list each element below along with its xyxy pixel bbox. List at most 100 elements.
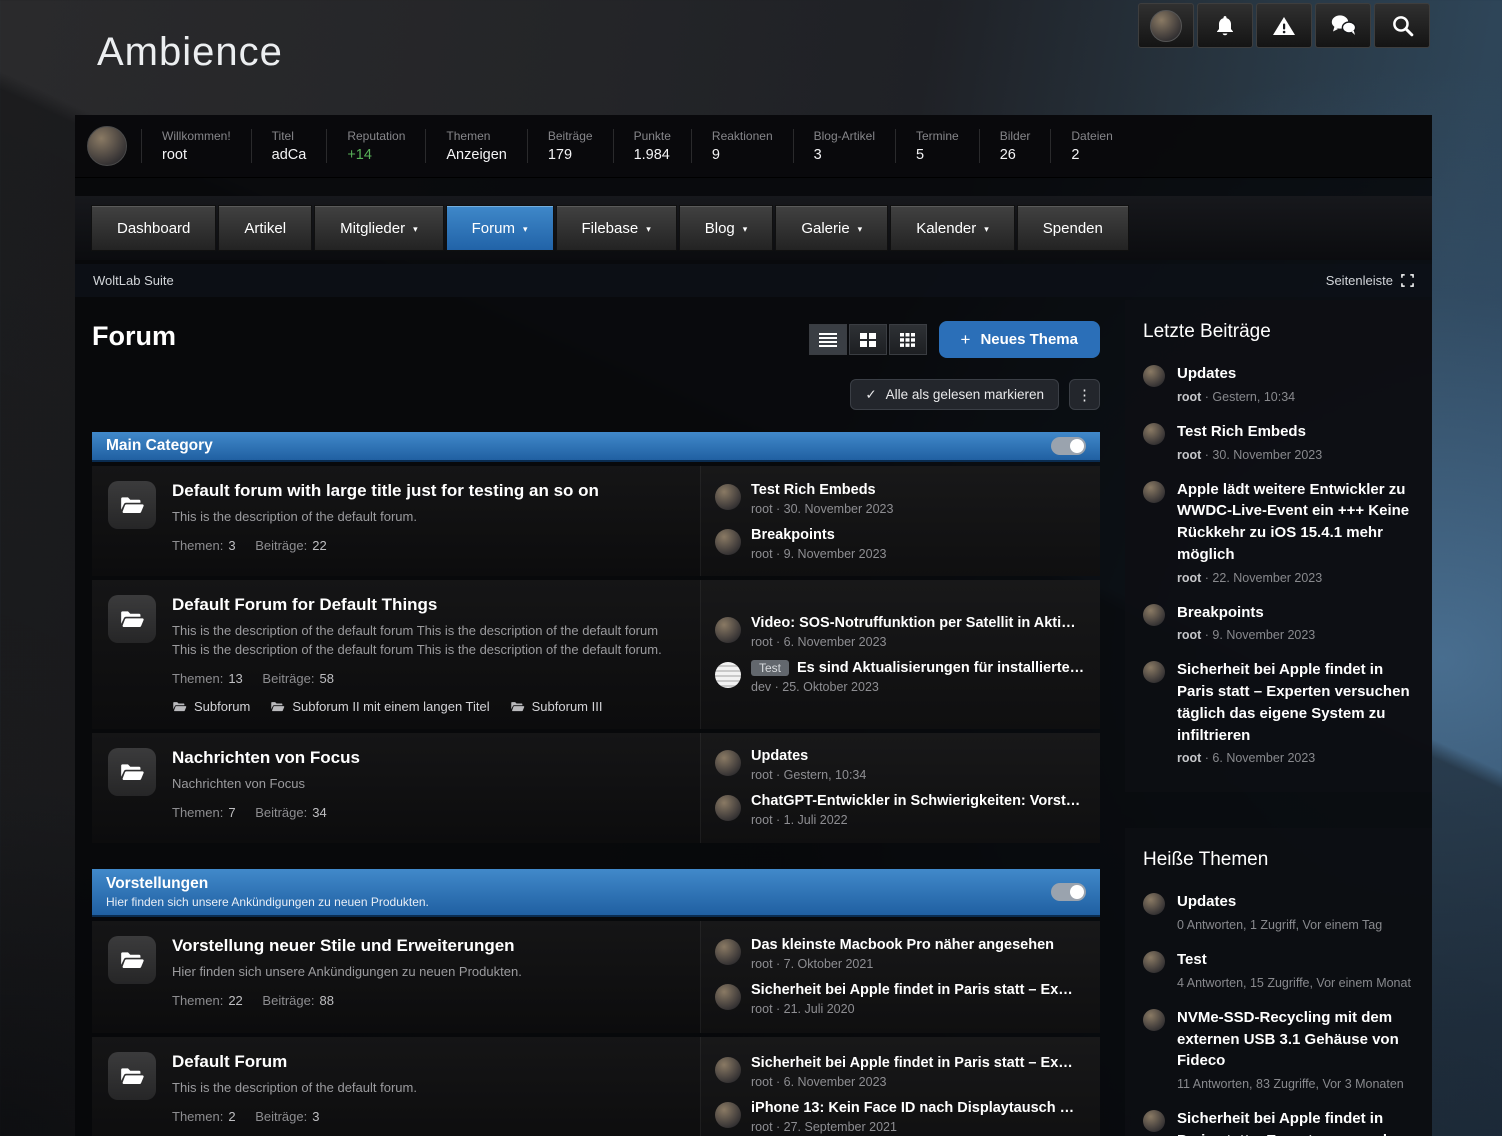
post-title-link[interactable]: Das kleinste Macbook Pro näher angesehen — [751, 937, 1054, 953]
forum-row: Default Forum This is the description of… — [92, 1037, 1100, 1136]
page-title: Forum — [92, 321, 176, 352]
post-title-link[interactable]: Es sind Aktualisierungen für installiert… — [797, 660, 1086, 676]
user-stats-bar: Willkommen!root TiteladCa Reputation+14 … — [75, 115, 1432, 178]
post-title-link[interactable]: Updates — [751, 748, 866, 764]
user-menu-button[interactable] — [1138, 3, 1194, 48]
subforum-link[interactable]: Subforum III — [510, 699, 603, 714]
mark-all-read-button[interactable]: ✓Alle als gelesen markieren — [850, 379, 1059, 410]
check-icon: ✓ — [865, 387, 876, 403]
nav-dashboard[interactable]: Dashboard — [91, 205, 216, 251]
latest-post: iPhone 13: Kein Face ID nach Displaytaus… — [715, 1100, 1086, 1134]
category-header: Main Category — [92, 432, 1100, 462]
latest-post: Sicherheit bei Apple findet in Paris sta… — [715, 1055, 1086, 1089]
nav-galerie[interactable]: Galerie▾ — [775, 205, 888, 251]
nav-blog[interactable]: Blog▾ — [679, 205, 774, 251]
sidebar-post-link[interactable]: Test Rich Embeds — [1177, 421, 1322, 443]
sidebar-topic-link[interactable]: Updates — [1177, 891, 1382, 913]
nav-artikel[interactable]: Artikel — [218, 205, 312, 251]
nav-kalender[interactable]: Kalender▾ — [890, 205, 1015, 251]
latest-post: Video: SOS-Notruffunktion per Satellit i… — [715, 615, 1086, 649]
topic-stats: 0 Antworten, 1 Zugriff, Vor einem Tag — [1177, 918, 1382, 932]
list-view-icon — [819, 333, 837, 347]
post-title-link[interactable]: Test Rich Embeds — [751, 482, 893, 498]
nav-filebase[interactable]: Filebase▾ — [556, 205, 677, 251]
forum-row: Nachrichten von Focus Nachrichten von Fo… — [92, 733, 1100, 843]
forum-title-link[interactable]: Vorstellung neuer Stile und Erweiterunge… — [172, 936, 515, 956]
post-author: root — [1177, 390, 1212, 404]
category-collapse-toggle[interactable] — [1051, 437, 1086, 455]
sidebar-topic-link[interactable]: Test — [1177, 949, 1411, 971]
header-icon-bar — [1138, 3, 1430, 48]
latest-post: TestEs sind Aktualisierungen für install… — [715, 660, 1086, 694]
forum-title-link[interactable]: Nachrichten von Focus — [172, 748, 360, 768]
stat-bilder: Bilder26 — [979, 129, 1051, 163]
grid-view-icon — [860, 333, 876, 347]
forum-title-link[interactable]: Default forum with large title just for … — [172, 481, 599, 501]
view-list-button[interactable] — [809, 324, 847, 355]
post-title-link[interactable]: ChatGPT-Entwickler in Schwierigkeiten: V… — [751, 793, 1080, 809]
new-topic-button[interactable]: +Neues Thema — [939, 321, 1100, 358]
kebab-icon: ⋮ — [1077, 386, 1092, 404]
more-options-button[interactable]: ⋮ — [1069, 379, 1100, 410]
page-wrapper: Ambience Willkommen!root TiteladCa Reput… — [75, 0, 1432, 1136]
latest-posts-box: Letzte Beiträge UpdatesrootGestern, 10:3… — [1125, 300, 1432, 792]
forum-title-link[interactable]: Default Forum — [172, 1052, 287, 1072]
folder-icon — [172, 700, 187, 713]
stat-titel: TiteladCa — [251, 129, 327, 163]
sidebar-box-title: Heiße Themen — [1143, 849, 1414, 871]
post-date: 22. November 2023 — [1212, 571, 1322, 585]
sidebar-toggle[interactable]: Seitenleiste — [1326, 273, 1414, 288]
bell-icon — [1213, 14, 1237, 38]
themen-anzeigen-link[interactable]: Anzeigen — [446, 147, 506, 163]
search-button[interactable] — [1374, 3, 1430, 48]
view-grid-button[interactable] — [849, 324, 887, 355]
sidebar-post-link[interactable]: Sicherheit bei Apple findet in Paris sta… — [1177, 659, 1414, 746]
forum-row: Default forum with large title just for … — [92, 466, 1100, 576]
post-title-link[interactable]: Sicherheit bei Apple findet in Paris sta… — [751, 1055, 1073, 1071]
category-collapse-toggle[interactable] — [1051, 883, 1086, 901]
subforum-link[interactable]: Subforum II mit einem langen Titel — [270, 699, 489, 714]
forum-description: This is the description of the default f… — [172, 622, 684, 660]
sidebar-topic-link[interactable]: NVMe-SSD-Recycling mit dem externen USB … — [1177, 1007, 1414, 1072]
latest-posts: Updatesroot · Gestern, 10:34 ChatGPT-Ent… — [700, 733, 1100, 843]
breadcrumb[interactable]: WoltLab Suite — [93, 273, 174, 288]
forum-summary: Default forum with large title just for … — [92, 466, 700, 576]
post-title-link[interactable]: Sicherheit bei Apple findet in Paris sta… — [751, 982, 1073, 998]
avatar — [1143, 1009, 1165, 1031]
nav-mitglieder[interactable]: Mitglieder▾ — [314, 205, 444, 251]
post-title-link[interactable]: Breakpoints — [751, 527, 887, 543]
post-author: root — [1177, 448, 1212, 462]
post-title-link[interactable]: iPhone 13: Kein Face ID nach Displaytaus… — [751, 1100, 1074, 1116]
latest-post: Updatesroot · Gestern, 10:34 — [715, 748, 1086, 782]
avatar — [715, 529, 741, 555]
category-title[interactable]: Vorstellungen — [106, 875, 429, 893]
nav-forum[interactable]: Forum▾ — [446, 205, 554, 251]
sidebar-topic-link[interactable]: Sicherheit bei Apple findet in Paris sta… — [1177, 1108, 1414, 1136]
sidebar-topic: Sicherheit bei Apple findet in Paris sta… — [1143, 1108, 1414, 1136]
sidebar-post-link[interactable]: Breakpoints — [1177, 602, 1315, 624]
notifications-button[interactable] — [1197, 3, 1253, 48]
sidebar-post-link[interactable]: Apple lädt weitere Entwickler zu WWDC-Li… — [1177, 479, 1414, 566]
post-meta: root · 27. September 2021 — [751, 1120, 1074, 1134]
avatar — [1143, 893, 1165, 915]
view-compact-button[interactable] — [889, 324, 927, 355]
category-subtitle: Hier finden sich unsere Ankündigungen zu… — [106, 895, 429, 909]
user-avatar — [1150, 10, 1182, 42]
subforum-link[interactable]: Subforum — [172, 699, 250, 714]
post-title-link[interactable]: Video: SOS-Notruffunktion per Satellit i… — [751, 615, 1076, 631]
forum-title-link[interactable]: Default Forum for Default Things — [172, 595, 437, 615]
avatar — [1143, 481, 1165, 503]
sidebar-post-link[interactable]: Updates — [1177, 363, 1295, 385]
forum-summary: Nachrichten von Focus Nachrichten von Fo… — [92, 733, 700, 843]
moderation-button[interactable] — [1256, 3, 1312, 48]
hot-topics-box: Heiße Themen Updates 0 Antworten, 1 Zugri… — [1125, 828, 1432, 1136]
nav-spenden[interactable]: Spenden — [1017, 205, 1129, 251]
topic-stats: 11 Antworten, 83 Zugriffe, Vor 3 Monaten — [1177, 1077, 1414, 1091]
user-avatar[interactable] — [87, 126, 127, 166]
stat-themen: ThemenAnzeigen — [425, 129, 526, 163]
category-title[interactable]: Main Category — [106, 437, 213, 455]
latest-posts: Test Rich Embedsroot · 30. November 2023… — [700, 466, 1100, 576]
post-meta: root · 21. Juli 2020 — [751, 1002, 1073, 1016]
conversations-button[interactable] — [1315, 3, 1371, 48]
avatar — [715, 1102, 741, 1128]
